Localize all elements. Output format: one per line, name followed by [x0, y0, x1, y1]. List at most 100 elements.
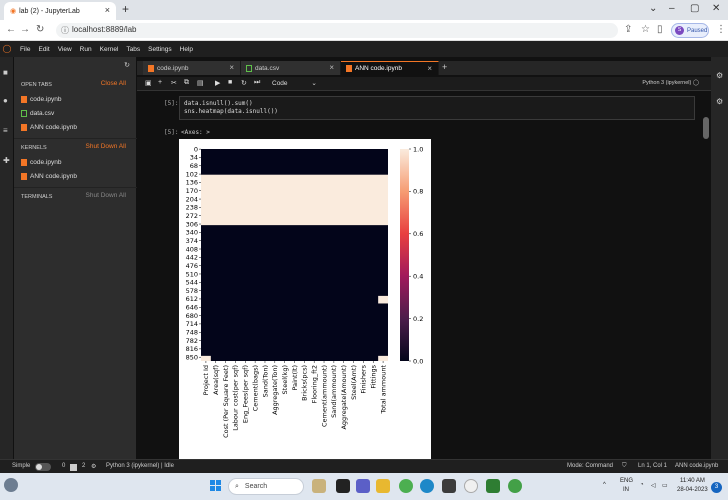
file-explorer-icon[interactable]: [376, 479, 390, 493]
x-tick-label: Paint(lt): [291, 365, 299, 391]
menu-settings[interactable]: Settings: [148, 46, 172, 53]
debugger-icon[interactable]: ⚙: [716, 97, 723, 106]
kernel-item[interactable]: code.ipynb: [21, 159, 61, 166]
excel-icon[interactable]: [486, 479, 500, 493]
add-tab-button[interactable]: +: [442, 62, 447, 72]
toc-icon[interactable]: ≡: [3, 127, 11, 135]
close-icon[interactable]: ×: [105, 5, 110, 15]
weather-icon[interactable]: [4, 478, 18, 492]
paste-icon[interactable]: ▤: [197, 79, 204, 87]
share-icon[interactable]: ⇪: [624, 24, 632, 35]
extensions-icon[interactable]: ✚: [3, 157, 11, 165]
refresh-icon[interactable]: ↻: [124, 61, 130, 69]
csv-file-icon: [246, 64, 252, 72]
task-view-icon[interactable]: [336, 479, 350, 493]
new-tab-button[interactable]: +: [122, 2, 129, 16]
whatsapp-icon[interactable]: [508, 479, 522, 493]
menu-kernel[interactable]: Kernel: [100, 46, 119, 53]
heatmap-chart: 0346810213617020423827230634037440844247…: [186, 145, 424, 438]
reload-icon[interactable]: ↻: [36, 24, 44, 35]
tab-ann-code-ipynb[interactable]: ANN code.ipynb ×: [341, 61, 439, 75]
minimize-icon[interactable]: –: [669, 3, 675, 14]
menu-edit[interactable]: Edit: [38, 46, 49, 53]
simple-mode-toggle[interactable]: [35, 463, 51, 471]
kernels-title: KERNELS: [21, 145, 47, 151]
scrollbar-thumb[interactable]: [703, 117, 709, 139]
menu-help[interactable]: Help: [180, 46, 193, 53]
close-all-button[interactable]: Close All: [101, 80, 126, 87]
edge-icon[interactable]: [420, 479, 434, 493]
chevron-up-icon[interactable]: ^: [603, 482, 606, 488]
shut-down-all-kernels-button[interactable]: Shut Down All: [86, 143, 126, 150]
menu-tabs[interactable]: Tabs: [126, 46, 140, 53]
kernel-name-label: Python 3 (ipykernel): [642, 80, 692, 86]
teams-icon[interactable]: [356, 479, 370, 493]
cell-type-select[interactable]: Code ⌄: [272, 79, 317, 87]
folder-icon[interactable]: ■: [3, 69, 11, 77]
maximize-icon[interactable]: ▢: [690, 3, 699, 14]
tab-search-icon[interactable]: ⌄: [649, 3, 657, 14]
y-tick-label: 238: [186, 204, 198, 212]
menu-run[interactable]: Run: [80, 46, 92, 53]
kernel-name-button[interactable]: Python 3 (ipykernel) ◯: [642, 80, 699, 86]
kernel-count[interactable]: 2: [82, 463, 85, 469]
colorbar-tick-label: 0.4: [413, 273, 423, 281]
running-icon[interactable]: ●: [3, 97, 11, 105]
chrome-icon[interactable]: [399, 479, 413, 493]
code-cell-editor[interactable]: data.isnull().sum() sns.heatmap(data.isn…: [179, 96, 695, 120]
copy-icon[interactable]: ⧉: [184, 79, 189, 87]
menu-view[interactable]: View: [58, 46, 72, 53]
heatmap-figure: 0 34 68 102 136 170 204 238 272 306 340 374 408 442 47…: [179, 139, 431, 459]
bookmark-icon[interactable]: ☆: [641, 24, 650, 35]
save-icon[interactable]: ▣: [145, 79, 152, 87]
widgets-icon[interactable]: [312, 479, 326, 493]
language-label[interactable]: ENG: [620, 478, 633, 484]
sidepanel-icon[interactable]: ▯: [657, 24, 663, 35]
close-icon[interactable]: ×: [427, 64, 432, 73]
kernel-item[interactable]: ANN code.ipynb: [21, 173, 77, 180]
fast-forward-icon[interactable]: ⏭: [254, 79, 260, 87]
tab-data-csv[interactable]: data.csv ×: [241, 61, 341, 75]
back-icon[interactable]: ←: [6, 24, 16, 35]
shut-down-all-terminals-button[interactable]: Shut Down All: [86, 192, 126, 199]
heatmap-missing-cell: [378, 355, 388, 361]
tab-code-ipynb[interactable]: code.ipynb ×: [143, 61, 241, 75]
open-tab-item[interactable]: data.csv: [21, 110, 54, 117]
kernel-status-text[interactable]: Python 3 (ipykernel) | Idle: [106, 463, 174, 469]
close-icon[interactable]: ×: [229, 63, 234, 72]
battery-icon[interactable]: ▭: [662, 482, 668, 489]
store-icon[interactable]: [442, 479, 456, 493]
open-tab-item[interactable]: code.ipynb: [21, 96, 61, 103]
insert-cell-icon[interactable]: +: [158, 79, 162, 86]
clock-time[interactable]: 11:40 AM: [680, 478, 705, 484]
browser-tab[interactable]: ◉ lab (2) - JupyterLab ×: [4, 2, 116, 20]
run-icon[interactable]: ▶: [215, 79, 220, 87]
stop-icon[interactable]: ■: [228, 79, 232, 86]
close-icon[interactable]: ×: [329, 63, 334, 72]
simple-mode-label: Simple: [12, 463, 31, 469]
terminal-count[interactable]: 0: [62, 463, 65, 469]
search-label: Search: [244, 483, 268, 490]
window-close-icon[interactable]: ✕: [712, 3, 720, 14]
url-field[interactable]: ⓘ localhost:8889/lab: [56, 23, 618, 38]
restart-icon[interactable]: ↻: [241, 79, 247, 87]
cut-icon[interactable]: ✂: [171, 79, 177, 87]
notification-badge[interactable]: 3: [711, 482, 722, 493]
wifi-icon[interactable]: ◔: [640, 482, 644, 488]
app-icon[interactable]: [464, 479, 478, 493]
property-inspector-icon[interactable]: ⚙: [716, 71, 723, 80]
colorbar-tick-label: 1.0: [413, 145, 423, 153]
forward-icon[interactable]: →: [20, 24, 30, 35]
notebook-toolbar: ▣ + ✂ ⧉ ▤ ▶ ■ ↻ ⏭ Code ⌄ Python 3 (ipyke…: [137, 77, 711, 91]
open-tab-item[interactable]: ANN code.ipynb: [21, 124, 77, 131]
terminal-icon: [70, 464, 77, 471]
y-tick-label: 0: [194, 145, 198, 153]
start-button[interactable]: [210, 480, 222, 492]
info-icon[interactable]: ⓘ: [61, 25, 69, 36]
volume-icon[interactable]: ◁: [651, 482, 656, 489]
more-icon[interactable]: ⋮: [716, 24, 726, 35]
cursor-position[interactable]: Ln 1, Col 1: [638, 463, 667, 469]
menu-file[interactable]: File: [20, 46, 30, 53]
taskbar-search[interactable]: ⌕ Search: [228, 478, 304, 495]
profile-paused-button[interactable]: S Paused: [671, 23, 709, 38]
